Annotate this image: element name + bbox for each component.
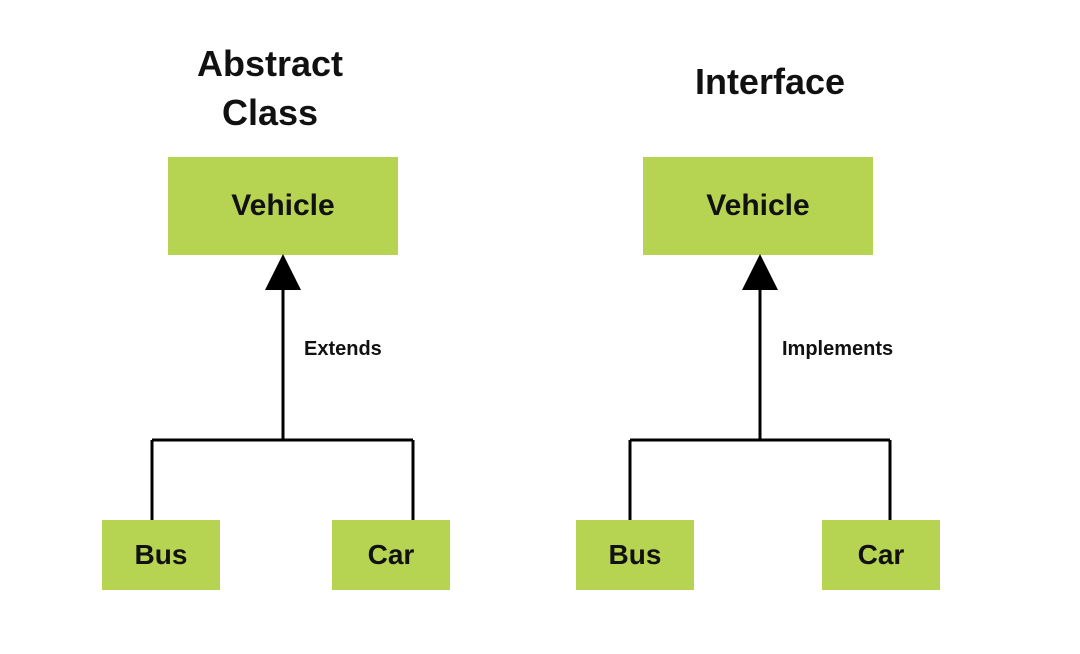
right-child-bus-label: Bus [609,539,662,571]
right-relation-label: Implements [782,338,893,361]
right-child-car: Car [822,520,940,590]
right-child-car-label: Car [858,539,905,571]
right-child-bus: Bus [576,520,694,590]
